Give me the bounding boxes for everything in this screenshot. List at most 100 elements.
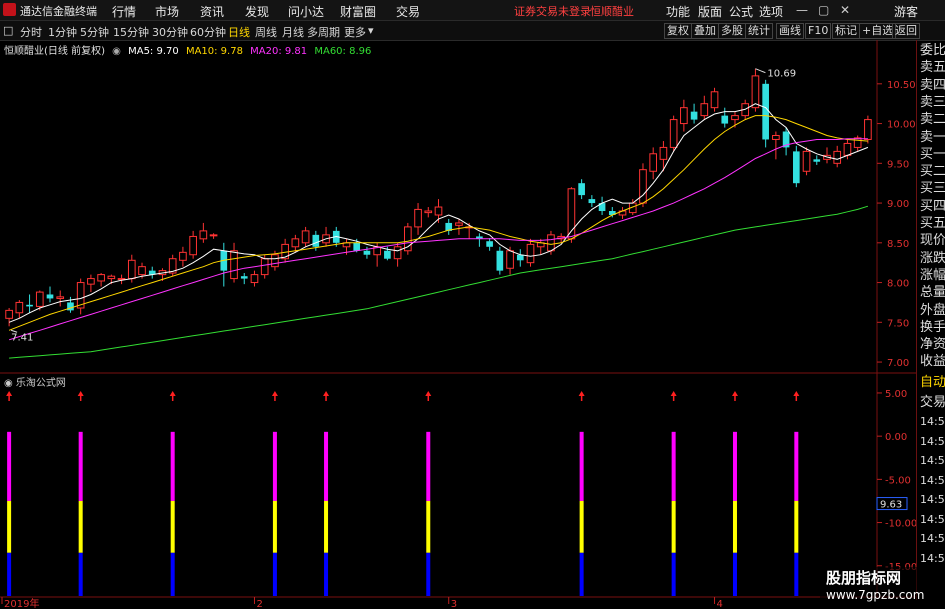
signal-bar-yellow bbox=[324, 500, 329, 553]
signal-arrow-head bbox=[731, 391, 738, 396]
candle-body-up bbox=[434, 206, 443, 216]
candle-body-down bbox=[486, 241, 493, 247]
candle-body-up bbox=[639, 169, 647, 204]
candle-body-down bbox=[26, 304, 33, 307]
price-tick-label: 8.50 bbox=[887, 239, 909, 250]
price-tick-label: 7.00 bbox=[887, 358, 909, 369]
signal-arrow-head bbox=[6, 391, 13, 396]
signal-bar-blue bbox=[426, 552, 431, 596]
candle-body-up bbox=[271, 254, 279, 268]
price-tick-label: 7.50 bbox=[887, 318, 909, 329]
candle-body-up bbox=[291, 238, 300, 248]
side-panel-item: 14:56 bbox=[920, 493, 945, 506]
side-panel-item: 14:56 bbox=[920, 551, 945, 565]
candle-body-down bbox=[690, 111, 698, 120]
candle-body-up bbox=[127, 259, 136, 280]
date-tick-label: 2 bbox=[256, 599, 262, 609]
signal-bar-magenta bbox=[78, 431, 83, 501]
kline-chart[interactable]: 10.69 7.41 10.50 10.00 9.50 9.00 8.50 8.00 7.50… bbox=[0, 0, 945, 609]
candle-body-up bbox=[853, 137, 862, 148]
signal-bar-magenta bbox=[732, 431, 737, 501]
signal-bar-magenta bbox=[170, 431, 175, 501]
ma20-line bbox=[8, 138, 868, 341]
quote-side-panel: 委比 卖五 卖四 卖三 卖二 卖一 买一 买二 买三 买四 买五 现价 涨跌 涨幅 总量 外盘 换手 净资 收益 自动… bbox=[916, 40, 945, 600]
watermark-url: www.7gpzb.com bbox=[826, 588, 925, 602]
ma60-line bbox=[9, 205, 869, 359]
candle-body-up bbox=[199, 230, 208, 240]
candle-body-up bbox=[250, 274, 259, 284]
ma10-line bbox=[8, 115, 868, 331]
candle-body-down bbox=[496, 250, 504, 271]
side-panel-item: 换手 bbox=[920, 319, 945, 335]
candle-body-up bbox=[455, 222, 463, 226]
candle-body-up bbox=[35, 291, 44, 307]
date-axis: 2019年 2 3 4 bbox=[1, 597, 723, 609]
signal-bar-yellow bbox=[671, 500, 676, 553]
candle-body-up bbox=[87, 278, 95, 285]
candle-body-up bbox=[843, 142, 852, 156]
watermark-title: 股朋指标网 bbox=[826, 569, 902, 587]
candle-body-up bbox=[547, 234, 555, 252]
indicator-tick-label: 0.00 bbox=[885, 432, 907, 443]
signal-arrow-head bbox=[578, 391, 585, 396]
candle-body-up bbox=[97, 274, 105, 282]
signal-bar-magenta bbox=[272, 431, 277, 501]
side-panel-item: 涨幅 bbox=[920, 267, 945, 283]
candle-body-up bbox=[710, 91, 719, 109]
candle-body-up bbox=[209, 234, 218, 237]
candle-body-up bbox=[506, 250, 514, 269]
price-tick-label: 10.00 bbox=[887, 120, 916, 131]
side-panel-item: 买四 bbox=[920, 198, 945, 214]
signal-bar-blue bbox=[170, 552, 175, 596]
side-panel-item[interactable]: 自动 bbox=[920, 375, 945, 391]
candle-body-down bbox=[363, 250, 371, 255]
candle-body-up bbox=[393, 246, 402, 260]
watermark: 股朋指标网 www.7gpzb.com bbox=[820, 567, 940, 605]
candle-body-down bbox=[312, 234, 320, 247]
candle-body-up bbox=[107, 275, 116, 280]
moving-average-lines bbox=[8, 103, 869, 359]
signal-bar-magenta bbox=[794, 431, 799, 501]
side-panel-item: 委比 bbox=[920, 43, 945, 58]
candle-body-down bbox=[46, 294, 54, 299]
side-panel-item: 14:56 bbox=[920, 473, 945, 487]
candle-body-up bbox=[731, 115, 739, 121]
signal-bar-magenta bbox=[426, 431, 431, 501]
candle-body-up bbox=[659, 146, 668, 160]
candle-body-up bbox=[138, 266, 146, 276]
indicator-current-value: 9.63 bbox=[880, 500, 902, 511]
signal-bar-magenta bbox=[671, 431, 676, 501]
side-panel-item: 外盘 bbox=[920, 302, 945, 318]
signal-arrow-head bbox=[425, 391, 432, 396]
side-panel-item: 14:56 bbox=[920, 454, 945, 467]
signal-bar-yellow bbox=[579, 500, 584, 553]
price-tick-label: 9.50 bbox=[887, 159, 909, 170]
side-panel-item: 收益 bbox=[920, 354, 945, 370]
signal-bar-blue bbox=[579, 552, 584, 596]
side-panel-item: 涨跌 bbox=[920, 250, 945, 266]
indicator-tick-label: -5.00 bbox=[885, 475, 911, 486]
signal-arrow-head bbox=[670, 391, 677, 396]
side-panel-item: 总量 bbox=[920, 285, 945, 301]
date-tick-label: 2019年 bbox=[4, 597, 39, 609]
signal-arrow-head bbox=[271, 391, 278, 396]
candle-body-down bbox=[813, 159, 821, 162]
signal-bar-yellow bbox=[272, 500, 277, 553]
signal-bar-magenta bbox=[579, 431, 584, 501]
side-panel-item: 现价 bbox=[920, 233, 945, 249]
signal-bar-blue bbox=[272, 552, 277, 596]
signal-bar-blue bbox=[794, 552, 799, 596]
candle-body-down bbox=[721, 115, 729, 124]
candle-body-down bbox=[588, 199, 596, 204]
signal-arrow-head bbox=[169, 391, 176, 396]
candle-body-up bbox=[56, 296, 65, 299]
candle-body-up bbox=[669, 119, 678, 148]
price-tick-label: 10.50 bbox=[887, 80, 916, 91]
side-panel-item[interactable]: 交易 bbox=[920, 395, 945, 411]
side-panel-item: 净资 bbox=[920, 337, 945, 353]
candle-body-up bbox=[649, 153, 658, 172]
signal-arrow-head bbox=[77, 391, 84, 396]
signal-bar-yellow bbox=[170, 500, 175, 553]
side-panel-item: 卖五 bbox=[920, 60, 945, 76]
candle-body-up bbox=[751, 75, 760, 109]
